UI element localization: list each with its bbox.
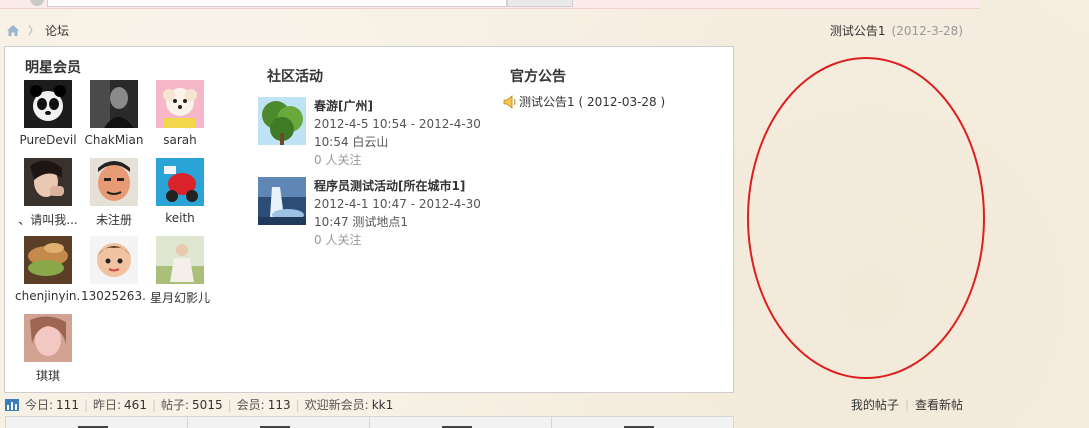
star-members-heading: 明星会员 [25,60,81,76]
member-item[interactable]: 未注册 [81,158,147,228]
activity-title[interactable]: 春游[广州] [314,97,484,115]
new-posts-link[interactable]: 查看新帖 [915,398,963,412]
red-toy-avatar[interactable] [156,158,204,206]
activity-followers: 0 人关注 [314,233,362,247]
member-name[interactable]: ChakMian [81,133,147,147]
member-name[interactable]: 13025263... [81,289,147,303]
waterfall-photo[interactable] [258,177,306,225]
activity-item[interactable]: 春游[广州] 2012-4-5 10:54 - 2012-4-30 10:54 … [258,97,483,173]
breadcrumb: 〉 论坛 [6,22,69,38]
announcement-link[interactable]: 测试公告1 ( 2012-03-28 ) [519,93,665,110]
member-item[interactable]: 13025263... [81,236,147,303]
food-avatar[interactable] [24,236,72,284]
stat-divider: | [227,397,232,412]
search-button[interactable] [507,0,573,7]
bar-chart-icon [5,398,19,411]
member-name[interactable]: chenjinyin... [15,289,81,303]
category-tab[interactable] [552,417,733,428]
girl-avatar[interactable] [24,158,72,206]
stat-newest-label: 欢迎新会员: [304,398,369,412]
forum-info-panel: 明星会员 社区活动 官方公告 PureDevil ChakMian sarah … [4,46,734,393]
member-name[interactable]: keith [147,211,213,225]
top-announcement-date: (2012-3-28) [891,24,963,38]
my-posts-link[interactable]: 我的帖子 [851,398,899,412]
top-announcement-title[interactable]: 测试公告1 [830,24,886,38]
member-item[interactable]: ChakMian [81,80,147,147]
announcement-item[interactable]: 测试公告1 ( 2012-03-28 ) [502,93,665,110]
search-bar-area [0,0,980,9]
activity-time-location: 2012-4-5 10:54 - 2012-4-30 10:54 白云山 [314,117,481,149]
member-name[interactable]: 未注册 [81,211,147,228]
stat-members-label: 会员: [236,398,265,412]
girl-field-avatar[interactable] [156,236,204,284]
forum-category-tabs [5,416,734,428]
stat-divider: | [295,397,300,412]
official-announcements-heading: 官方公告 [510,69,566,85]
breadcrumb-current[interactable]: 论坛 [45,22,69,39]
stat-today-value: 111 [56,397,79,412]
stat-posts-label: 帖子: [161,398,190,412]
stat-divider: | [83,397,88,412]
member-item[interactable]: 星月幻影儿 [147,236,213,306]
dark-portrait-avatar[interactable] [90,80,138,128]
category-tab[interactable] [370,417,552,428]
stat-newest-member[interactable]: kk1 [372,398,394,412]
tree-photo[interactable] [258,97,306,145]
category-tab[interactable] [188,417,370,428]
search-icon[interactable] [30,0,44,6]
pink-girl-avatar[interactable] [24,314,72,362]
member-name[interactable]: 、请叫我... [15,211,81,228]
member-item[interactable]: 琪琪 [15,314,81,384]
member-item[interactable]: chenjinyin... [15,236,81,303]
member-item[interactable]: keith [147,158,213,225]
community-activities-heading: 社区活动 [267,69,323,85]
member-name[interactable]: 星月幻影儿 [147,289,213,306]
member-item[interactable]: sarah [147,80,213,147]
member-item[interactable]: 、请叫我... [15,158,81,228]
stat-today-label: 今日: [25,398,54,412]
red-annotation-ellipse [747,57,985,379]
stat-divider: | [151,397,156,412]
link-divider: | [904,398,909,412]
stat-members-value: 113 [267,397,291,412]
activity-followers: 0 人关注 [314,153,362,167]
activity-time-location: 2012-4-1 10:47 - 2012-4-30 10:47 测试地点1 [314,197,481,229]
stat-posts-value: 5015 [192,397,223,412]
activity-item[interactable]: 程序员测试活动[所在城市1] 2012-4-1 10:47 - 2012-4-3… [258,177,483,257]
member-name[interactable]: PureDevil [15,133,81,147]
member-name[interactable]: 琪琪 [15,367,81,384]
user-links: 我的帖子 | 查看新帖 [851,396,963,413]
activity-title[interactable]: 程序员测试活动[所在城市1] [314,177,484,195]
cartoon-boy-avatar[interactable] [90,236,138,284]
home-icon[interactable] [6,24,20,37]
top-announcement[interactable]: 测试公告1 (2012-3-28) [830,22,963,39]
forum-stats-bar: 今日: 111 | 昨日: 461 | 帖子: 5015 | 会员: 113 | 欢迎新… [5,396,393,413]
panda-avatar[interactable] [24,80,72,128]
stat-yesterday-label: 昨日: [93,398,122,412]
member-item[interactable]: PureDevil [15,80,81,147]
cartoon-face-avatar[interactable] [90,158,138,206]
breadcrumb-separator: 〉 [28,24,39,37]
activity-text: 春游[广州] 2012-4-5 10:54 - 2012-4-30 10:54 … [314,97,484,169]
category-tab[interactable] [6,417,188,428]
speaker-icon [503,94,516,109]
activity-text: 程序员测试活动[所在城市1] 2012-4-1 10:47 - 2012-4-3… [314,177,484,249]
white-dog-avatar[interactable] [156,80,204,128]
member-name[interactable]: sarah [147,133,213,147]
stat-yesterday-value: 461 [124,397,147,412]
search-input[interactable] [47,0,507,7]
